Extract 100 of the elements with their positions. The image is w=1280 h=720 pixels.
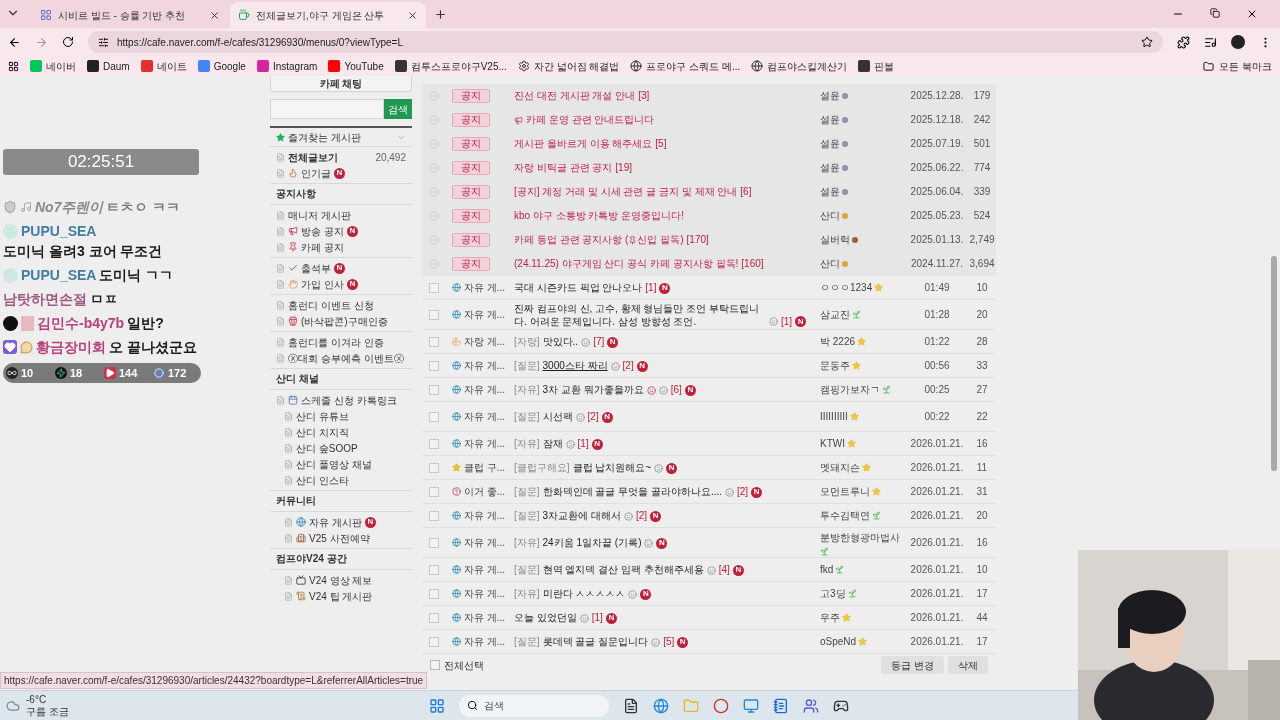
author-name[interactable]: 설윤 bbox=[820, 88, 840, 103]
row-checkbox[interactable] bbox=[429, 309, 439, 320]
board-name[interactable]: 자유 게... bbox=[464, 358, 506, 373]
author-name[interactable]: 설윤 bbox=[820, 184, 840, 199]
bookmark-star-icon[interactable] bbox=[1141, 36, 1153, 48]
close-icon[interactable] bbox=[407, 9, 418, 21]
notice-row[interactable]: 공지 카페 운영 관련 안내드립니다 설윤 2025.12.18. 242 bbox=[422, 108, 996, 132]
sidebar-item[interactable]: 매니저 게시판 bbox=[288, 207, 351, 223]
notice-row[interactable]: 공지 kbo 야구 소통방 카톡방 운영중입니다! 산디 2025.05.23. 524 bbox=[422, 204, 996, 228]
post-title[interactable]: [공지] 계정 거래 및 시세 관련 글 금지 및 제재 안내 bbox=[514, 186, 738, 197]
globe-icon[interactable] bbox=[652, 697, 669, 714]
sidebar-item[interactable]: 카페 공지 bbox=[301, 239, 344, 255]
board-name[interactable]: 자유 게... bbox=[464, 586, 506, 601]
post-title[interactable]: 현역 엘지덱 결산 임팩 추천해주세용 bbox=[542, 564, 704, 575]
post-title[interactable]: 게시판 올바르게 이용 해주세요 bbox=[514, 138, 653, 149]
start-icon[interactable] bbox=[428, 697, 445, 714]
board-name[interactable]: 이거 좋... bbox=[464, 484, 506, 499]
comment-count[interactable]: [6] bbox=[740, 186, 752, 197]
search-button[interactable]: 검색 bbox=[384, 99, 412, 119]
comment-count[interactable]: [5] bbox=[663, 636, 675, 647]
notebook-icon[interactable] bbox=[772, 697, 789, 714]
comment-count[interactable]: [7] bbox=[593, 336, 605, 347]
author-name[interactable]: fkd bbox=[820, 562, 834, 577]
sidebar-item[interactable]: 홈런디를 이겨라 인증 bbox=[288, 334, 384, 350]
author-name[interactable]: 박 2226 bbox=[820, 334, 856, 349]
row-checkbox[interactable] bbox=[429, 411, 439, 422]
board-name[interactable]: 자유 게... bbox=[464, 535, 506, 550]
post-title[interactable]: 24키움 1일차끝 (기록) bbox=[542, 536, 642, 549]
author-name[interactable]: KTWI bbox=[820, 436, 845, 451]
row-checkbox[interactable] bbox=[429, 486, 439, 497]
sidebar-item[interactable]: ⓧ대회 승부예측 이벤트ⓧ bbox=[288, 350, 404, 366]
sidebar-item[interactable]: 출석부 bbox=[301, 260, 331, 276]
board-name[interactable]: 자유 게... bbox=[464, 610, 506, 625]
profile-avatar[interactable] bbox=[1231, 35, 1245, 49]
scrollbar-thumb[interactable] bbox=[1271, 256, 1277, 471]
author-name[interactable]: 우주 bbox=[820, 610, 840, 625]
select-all-checkbox[interactable] bbox=[430, 660, 440, 670]
taskbar-search-field[interactable]: 검색 bbox=[458, 694, 609, 717]
row-checkbox[interactable] bbox=[429, 360, 439, 371]
bookmark[interactable]: Daum bbox=[103, 58, 130, 74]
sidebar-item[interactable]: 산디 풀영상 채널 bbox=[296, 456, 372, 472]
people-icon[interactable] bbox=[802, 697, 819, 714]
author-name[interactable]: 산디 bbox=[820, 208, 840, 223]
post-title[interactable]: 3000스타 짜리 bbox=[542, 360, 608, 371]
action-button[interactable]: 삭제 bbox=[948, 656, 988, 674]
circle-icon[interactable] bbox=[712, 697, 729, 714]
post-title[interactable]: (24.11.25) 야구게임 산디 공식 카페 공지사항 필독! bbox=[514, 258, 739, 269]
board-name[interactable]: 자유 게... bbox=[464, 280, 506, 295]
browser-tab[interactable]: 시비르 빌드 - 승률 기반 추천 bbox=[32, 2, 228, 28]
bookmark[interactable]: 핀볼 bbox=[874, 58, 895, 74]
post-title[interactable]: 시선팩 bbox=[542, 410, 573, 423]
row-checkbox[interactable] bbox=[429, 438, 439, 449]
notice-row[interactable]: 공지 진선 대전 게시판 개설 안내 [3] 설윤 2025.12.28. 179 bbox=[422, 84, 996, 108]
sidebar-item[interactable]: 스케줄 신청 카톡링크 bbox=[301, 392, 397, 408]
post-title[interactable]: 오늘 있었던일 bbox=[514, 612, 577, 623]
sidebar-item[interactable]: 산디 치지직 bbox=[296, 424, 349, 440]
author-name[interactable]: 삼교진 bbox=[820, 307, 850, 322]
comment-count[interactable]: [2] bbox=[622, 360, 634, 371]
post-title[interactable]: 3차교환에 대해서 bbox=[542, 510, 621, 521]
row-checkbox[interactable] bbox=[429, 636, 439, 647]
bookmark[interactable]: Google bbox=[213, 58, 246, 74]
post-title[interactable]: 클럽 납치원해요~ bbox=[572, 462, 652, 473]
sidebar-item[interactable]: 전체글보기 bbox=[288, 149, 338, 165]
all-bookmarks[interactable]: 모든 북마크 bbox=[1219, 58, 1272, 74]
row-checkbox[interactable] bbox=[429, 384, 439, 395]
cafe-chat-button[interactable]: 카페 채팅 bbox=[270, 76, 412, 92]
author-name[interactable]: 멧돼지슨 bbox=[820, 460, 860, 475]
bookmark[interactable]: 컴투스프로야구V25... bbox=[410, 58, 507, 74]
notice-row[interactable]: 공지 카페 등업 관련 공지사항 ( 신입 필독) [170] 실버럭 2025.01.13. 2,749 bbox=[422, 228, 996, 252]
post-title[interactable]: 잠재 bbox=[542, 438, 563, 449]
board-name[interactable]: 자유 게... bbox=[464, 508, 506, 523]
author-name[interactable]: 고3딩 bbox=[820, 586, 846, 601]
comment-count[interactable]: [6] bbox=[670, 384, 682, 395]
post-title[interactable]: 신입 필독) bbox=[637, 234, 684, 245]
search-field[interactable] bbox=[270, 99, 384, 119]
notice-row[interactable]: 공지 자랑 비틱글 관련 공지 [19] 설윤 2025.06.22. 774 bbox=[422, 156, 996, 180]
board-name[interactable]: 자유 게... bbox=[464, 562, 506, 577]
sidebar-item[interactable]: V25 사전예약 bbox=[309, 530, 370, 546]
post-title[interactable]: kbo 야구 소통방 카톡방 운영중입니다! bbox=[514, 210, 684, 221]
bookmark[interactable]: YouTube bbox=[344, 58, 384, 74]
document-icon[interactable] bbox=[622, 697, 639, 714]
row-checkbox[interactable] bbox=[429, 564, 439, 575]
extensions-icon[interactable] bbox=[1177, 35, 1190, 49]
bookmark[interactable]: 네이버 bbox=[46, 58, 76, 74]
post-title[interactable]: 국대 시즌카드 픽업 안나오나 bbox=[514, 282, 643, 293]
author-name[interactable]: 문동주 bbox=[820, 358, 850, 373]
new-tab-icon[interactable] bbox=[434, 8, 447, 21]
apps-icon[interactable] bbox=[8, 60, 19, 72]
comment-count[interactable]: [1] bbox=[577, 438, 589, 449]
row-checkbox[interactable] bbox=[429, 462, 439, 473]
sidebar-item[interactable]: 방송 공지 bbox=[301, 223, 344, 239]
board-name[interactable]: 자유 게... bbox=[464, 307, 506, 322]
board-name[interactable]: 자유 게... bbox=[464, 409, 506, 424]
reload-icon[interactable] bbox=[62, 36, 74, 48]
comment-count[interactable]: [19] bbox=[615, 162, 633, 173]
board-name[interactable]: 클럽 구... bbox=[464, 460, 506, 475]
row-checkbox[interactable] bbox=[429, 510, 439, 521]
sidebar-item[interactable]: 가입 인사 bbox=[301, 276, 344, 292]
media-icon[interactable] bbox=[1204, 35, 1217, 49]
comment-count[interactable]: [170] bbox=[686, 234, 709, 245]
